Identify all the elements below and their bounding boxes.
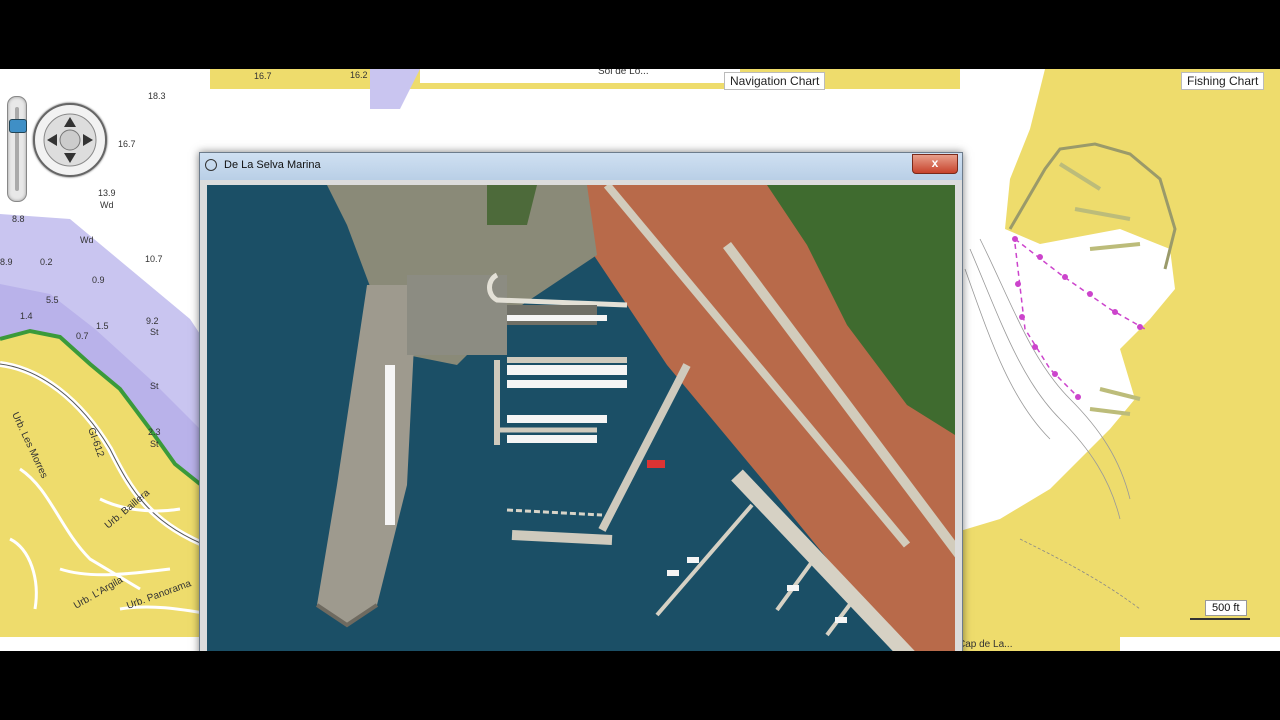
depth-label: St	[150, 381, 159, 391]
depth-label: Wd	[80, 235, 94, 245]
pan-compass-icon[interactable]	[33, 103, 107, 177]
depth-label: 10.7	[145, 254, 163, 264]
globe-icon	[205, 159, 217, 171]
depth-label: 8.8	[12, 214, 25, 224]
depth-label: St	[150, 439, 159, 449]
depth-label: 16.7	[254, 71, 272, 81]
depth-label: 0.2	[40, 257, 53, 267]
scale-bar-line	[1190, 618, 1250, 620]
depth-label: 16.7	[118, 139, 136, 149]
marina-photo-window[interactable]: De La Selva Marina x	[199, 152, 963, 651]
navigation-chart-label: Navigation Chart	[724, 72, 826, 90]
depth-label: 18.3	[148, 91, 166, 101]
depth-label: 16.2	[350, 70, 368, 80]
map-viewport[interactable]: 16.7 16.2 18.3 16.7 13.9 Wd 8.8 Wd 10.7 …	[0, 69, 1280, 651]
depth-label: 0.9	[92, 275, 105, 285]
depth-label: St	[150, 327, 159, 337]
pan-arrows-icon	[43, 113, 97, 167]
close-icon[interactable]: x	[912, 154, 958, 174]
marina-aerial-photo	[207, 185, 955, 651]
depth-label: Wd	[100, 200, 114, 210]
zoom-slider-icon[interactable]	[7, 96, 27, 202]
depth-label: 0.7	[76, 331, 89, 341]
place-label: Sol de Lo...	[598, 69, 649, 77]
scale-bar: 500 ft	[1205, 600, 1247, 616]
zoom-knob[interactable]	[9, 119, 27, 133]
depth-label: 1.5	[96, 321, 109, 331]
depth-label: 9.2	[146, 316, 159, 326]
depth-label: 8.9	[0, 257, 13, 267]
depth-label: 2.3	[148, 427, 161, 437]
window-title: De La Selva Marina	[224, 159, 321, 171]
window-titlebar[interactable]: De La Selva Marina x	[200, 153, 962, 180]
place-label: Cap de La...	[958, 639, 1012, 650]
depth-label: 13.9	[98, 188, 116, 198]
depth-label: 5.5	[46, 295, 59, 305]
fishing-chart-label: Fishing Chart	[1181, 72, 1265, 90]
depth-label: 1.4	[20, 311, 33, 321]
